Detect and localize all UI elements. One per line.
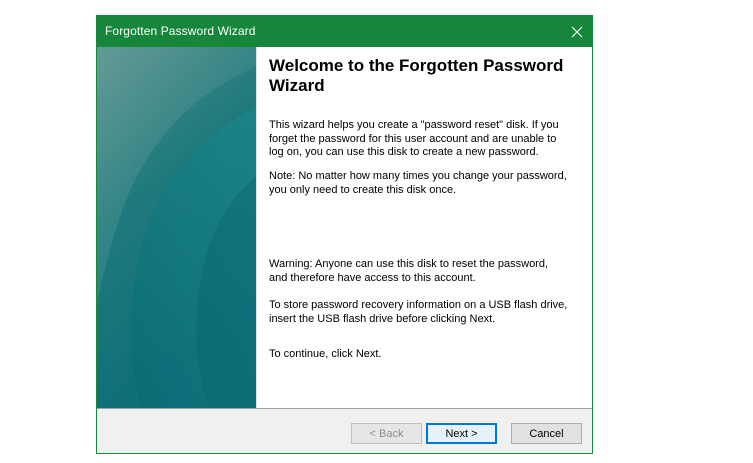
usb-paragraph: To store password recovery information o…	[269, 299, 568, 325]
wizard-window: Forgotten Password Wizard Welcome to the…	[96, 15, 593, 454]
wizard-content: Welcome to the Forgotten Password Wizard…	[256, 47, 592, 408]
page-title: Welcome to the Forgotten Password Wizard	[269, 56, 564, 95]
continue-paragraph: To continue, click Next.	[269, 348, 382, 360]
wizard-side-banner	[97, 47, 256, 408]
next-button[interactable]: Next >	[426, 423, 497, 444]
cancel-button[interactable]: Cancel	[511, 423, 582, 444]
window-title: Forgotten Password Wizard	[105, 24, 256, 38]
close-button[interactable]	[561, 16, 592, 47]
back-button[interactable]: < Back	[351, 423, 422, 444]
button-bar: < Back Next > Cancel	[97, 409, 592, 453]
warning-paragraph: Warning: Anyone can use this disk to res…	[269, 258, 549, 284]
intro-paragraph: This wizard helps you create a "password…	[269, 119, 559, 158]
note-paragraph: Note: No matter how many times you chang…	[269, 170, 567, 196]
title-bar: Forgotten Password Wizard	[97, 16, 592, 47]
close-icon	[571, 26, 582, 37]
banner-graphic	[97, 47, 256, 408]
